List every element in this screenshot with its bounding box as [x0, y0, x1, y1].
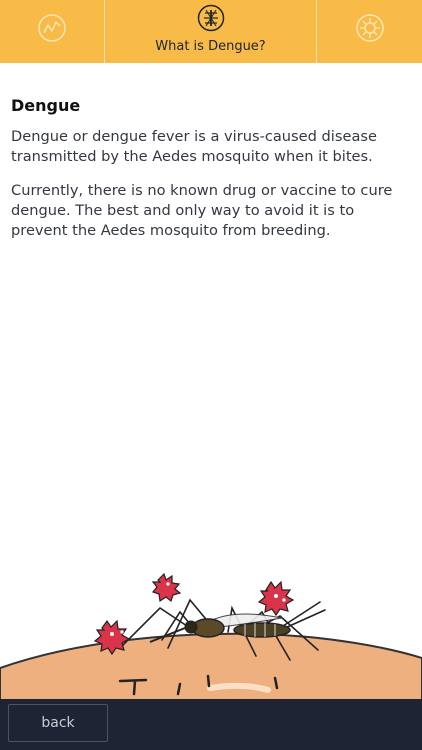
trend-line-icon — [37, 13, 67, 47]
intro-paragraph: Dengue or dengue fever is a virus-caused… — [11, 128, 377, 165]
tab-label: What is Dengue? — [155, 39, 266, 54]
prevention-paragraph: Currently, there is no known drug or vac… — [11, 182, 393, 239]
content-area: Dengue Dengue or dengue fever is a virus… — [11, 96, 411, 255]
page-title: Dengue — [11, 96, 81, 115]
virus-particle — [151, 572, 182, 603]
tab-statistics[interactable] — [0, 0, 105, 63]
mosquito-icon — [197, 4, 225, 36]
tab-virus-info[interactable] — [317, 0, 422, 63]
mosquito-illustration — [0, 572, 422, 700]
footer-bar: back — [0, 699, 422, 750]
tab-what-is-dengue[interactable]: What is Dengue? — [105, 0, 317, 63]
virus-icon — [355, 13, 385, 47]
tab-bar: What is Dengue? — [0, 0, 422, 63]
back-button[interactable]: back — [8, 704, 108, 742]
